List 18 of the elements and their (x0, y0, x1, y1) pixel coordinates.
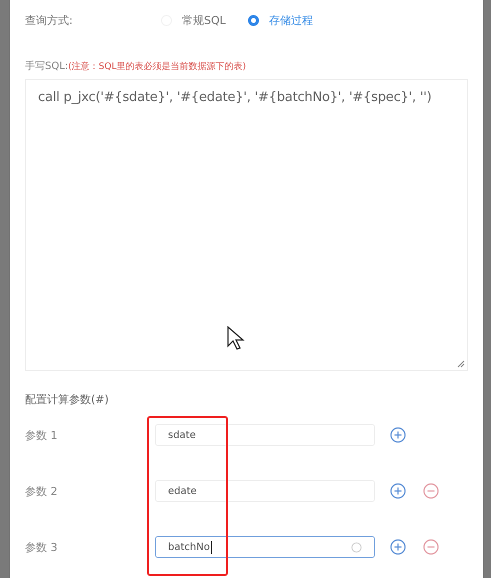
param-label: 参数 2 (25, 484, 58, 498)
param-label: 参数 3 (25, 540, 58, 554)
add-icon[interactable] (390, 483, 406, 499)
param-input[interactable]: edate (155, 480, 375, 502)
resize-handle-icon[interactable] (457, 360, 465, 368)
param-input[interactable]: batchNo (155, 536, 375, 558)
param-input[interactable]: sdate (155, 424, 375, 446)
remove-icon[interactable] (423, 483, 439, 499)
mouse-pointer-icon (227, 326, 245, 350)
param-label: 参数 1 (25, 428, 58, 442)
remove-icon[interactable] (423, 539, 439, 555)
query-mode-label: 查询方式: (25, 12, 74, 28)
sql-label: 手写SQL:(注意：SQL里的表必须是当前数据源下的表) (25, 60, 248, 73)
radio-option[interactable]: 常规SQL (161, 12, 226, 28)
add-icon[interactable] (390, 539, 406, 555)
sql-textarea[interactable]: call p_jxc('#{sdate}', '#{edate}', '#{batchNo}', '#{spec}', '') (25, 79, 468, 371)
add-icon[interactable] (390, 427, 406, 443)
params-title: 配置计算参数(#) (25, 392, 110, 407)
